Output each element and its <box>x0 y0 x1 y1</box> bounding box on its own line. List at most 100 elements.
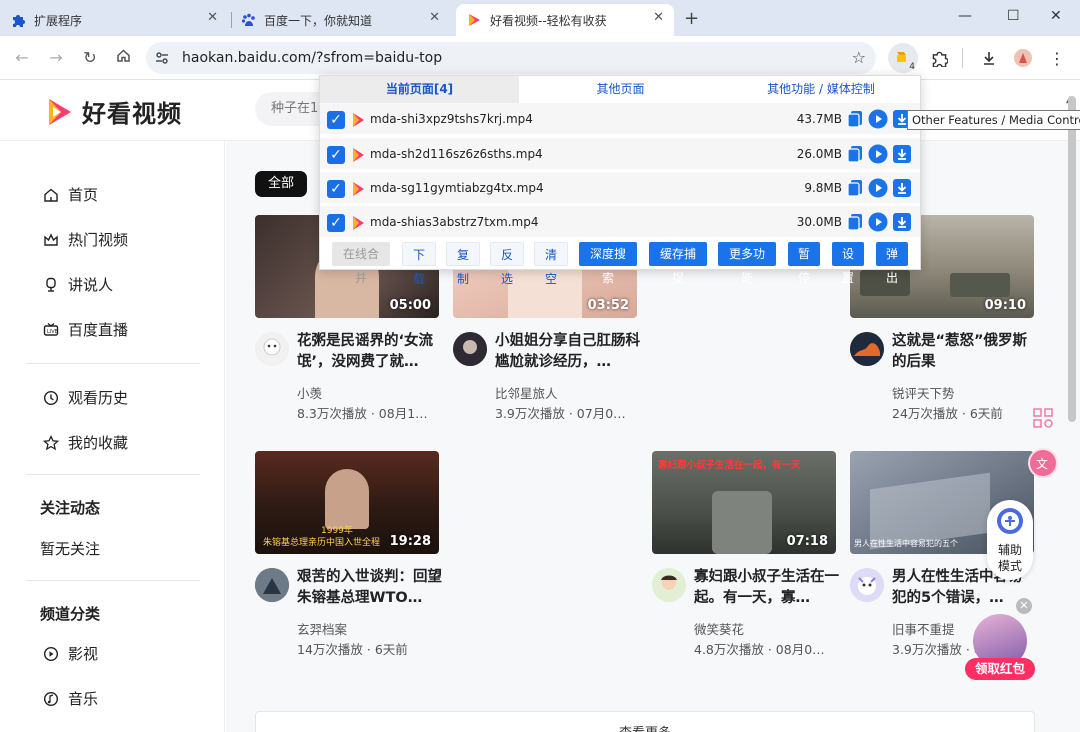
extensions-puzzle-icon[interactable] <box>924 43 954 73</box>
site-settings-icon[interactable] <box>154 50 170 66</box>
media-file-row[interactable]: ✓ mda-shi3xpz9tshs7krj.mp4 43.7MB <box>320 103 920 136</box>
assist-mode-button[interactable]: 辅助 模式 <box>987 500 1033 580</box>
tab-extensions[interactable]: 扩展程序 ✕ <box>10 4 228 36</box>
video-meta: 14万次播放 · 6天前 <box>297 642 408 657</box>
video-thumbnail[interactable]: 1999年 朱镕基总理亲历中国入世全程 19:28 <box>255 451 439 554</box>
more-features-button[interactable]: 更多功能 <box>718 242 776 285</box>
see-more-button[interactable]: 查看更多 <box>255 711 1035 732</box>
tab-current-page[interactable]: 当前页面[4] <box>320 76 519 103</box>
url-text: haokan.baidu.com/?sfrom=baidu-top <box>182 50 443 66</box>
copy-icon[interactable] <box>845 109 865 129</box>
video-author[interactable]: 旧事不重提 <box>892 619 955 638</box>
media-file-row[interactable]: ✓ mda-shias3abstrz7txm.mp4 30.0MB <box>320 206 920 239</box>
copy-icon[interactable] <box>845 212 865 232</box>
window-close-icon[interactable]: ✕ <box>1050 8 1062 24</box>
avatar[interactable] <box>255 568 289 602</box>
reload-icon[interactable]: ↻ <box>80 48 100 67</box>
new-tab-icon[interactable]: + <box>684 8 699 29</box>
tab-other-features[interactable]: 其他功能 / 媒体控制 <box>722 76 920 103</box>
video-author[interactable]: 锐评天下势 <box>892 383 955 402</box>
sidebar-item-live[interactable]: LIVE 百度直播 <box>42 319 128 340</box>
sidebar-item-home[interactable]: 首页 <box>42 184 98 205</box>
site-logo[interactable]: 好看视频 <box>44 94 182 129</box>
red-packet-widget[interactable]: 领取红包 <box>965 612 1035 682</box>
scrollbar-thumb[interactable] <box>1068 96 1076 422</box>
tab-haokan[interactable]: 好看视频--轻松有收获 ✕ <box>456 4 674 36</box>
maximize-icon[interactable]: ☐ <box>1007 8 1020 24</box>
puzzle-icon <box>10 12 26 28</box>
download-icon[interactable] <box>892 178 912 198</box>
merge-online-button[interactable]: 在线合并 <box>332 242 390 285</box>
avatar[interactable] <box>255 332 289 366</box>
minimize-icon[interactable]: — <box>958 8 972 24</box>
media-file-row[interactable]: ✓ mda-sh2d116sz6z6sths.mp4 26.0MB <box>320 138 920 171</box>
thumb-figure <box>712 491 772 554</box>
video-author[interactable]: 玄羿档案 <box>297 619 347 638</box>
file-checkbox[interactable]: ✓ <box>327 111 345 129</box>
avatar[interactable] <box>453 332 487 366</box>
copy-icon[interactable] <box>845 144 865 164</box>
forward-icon[interactable]: → <box>46 48 66 67</box>
pause-button[interactable]: 暂停 <box>788 242 820 285</box>
video-title[interactable]: 艰苦的入世谈判：回望朱镕基总理WTO… <box>297 567 443 609</box>
music-disc-icon <box>42 690 60 708</box>
sidebar-item-speaker[interactable]: 讲说人 <box>42 274 113 295</box>
feedback-grid-icon[interactable] <box>1030 405 1058 433</box>
video-author[interactable]: 微笑葵花 <box>694 619 744 638</box>
avatar[interactable] <box>850 568 884 602</box>
home-icon[interactable] <box>113 48 133 67</box>
close-icon[interactable]: ✕ <box>429 10 440 25</box>
play-circle-icon[interactable] <box>868 178 888 198</box>
sidebar-item-label: 影视 <box>68 645 99 663</box>
clear-button[interactable]: 清空 <box>534 242 568 286</box>
toolbar-divider <box>962 48 963 68</box>
cache-capture-button[interactable]: 缓存捕捉 <box>649 242 707 285</box>
video-meta: 3.9万次播放 · 07月0… <box>495 406 626 421</box>
avatar[interactable] <box>850 332 884 366</box>
download-button[interactable]: 下载 <box>402 242 436 286</box>
avatar[interactable] <box>652 568 686 602</box>
video-author[interactable]: 小羡 <box>297 383 322 402</box>
sidebar-item-hot[interactable]: 热门视频 <box>42 229 128 250</box>
download-icon[interactable] <box>892 212 912 232</box>
address-bar[interactable]: haokan.baidu.com/?sfrom=baidu-top ☆ <box>146 42 876 74</box>
invert-selection-button[interactable]: 反选 <box>490 242 524 286</box>
download-icon[interactable] <box>892 144 912 164</box>
popout-button[interactable]: 弹出 <box>876 242 908 285</box>
sidebar-item-film[interactable]: 影视 <box>42 643 98 664</box>
video-title[interactable]: 寡妇跟小叔子生活在一起。有一天，寡… <box>694 567 840 609</box>
tab-baidu[interactable]: 百度一下，你就知道 ✕ <box>240 4 450 36</box>
tab-other-pages[interactable]: 其他页面 <box>519 76 722 103</box>
menu-kebab-icon[interactable]: ⋮ <box>1042 43 1072 73</box>
close-icon[interactable]: ✕ <box>207 10 218 25</box>
profile-avatar[interactable] <box>1008 43 1038 73</box>
bookmark-star-icon[interactable]: ☆ <box>852 48 866 67</box>
file-checkbox[interactable]: ✓ <box>327 180 345 198</box>
thumb-caption: 朱镕基总理亲历中国入世全程 <box>263 538 381 548</box>
download-icon[interactable] <box>974 43 1004 73</box>
back-icon[interactable]: ← <box>12 48 32 67</box>
sidebar-item-music[interactable]: 音乐 <box>42 688 98 709</box>
file-checkbox[interactable]: ✓ <box>327 146 345 164</box>
play-circle-icon[interactable] <box>868 109 888 129</box>
video-title[interactable]: 花粥是民谣界的‘女流氓’，没网费了就… <box>297 331 443 373</box>
close-icon[interactable]: ✕ <box>653 10 664 25</box>
deep-search-button[interactable]: 深度搜索 <box>579 242 637 285</box>
sidebar-item-history[interactable]: 观看历史 <box>42 387 128 408</box>
video-thumbnail[interactable]: 寡妇跟小叔子生活在一起，有一天 07:18 <box>652 451 836 554</box>
media-extension-button[interactable]: 4 <box>888 43 918 73</box>
media-file-row[interactable]: ✓ mda-sg11gymtiabzg4tx.mp4 9.8MB <box>320 172 920 205</box>
video-author[interactable]: 比邻星旅人 <box>495 383 558 402</box>
file-checkbox[interactable]: ✓ <box>327 214 345 232</box>
video-title[interactable]: 这就是“惹怒”俄罗斯的后果 <box>892 331 1038 373</box>
play-circle-icon[interactable] <box>868 212 888 232</box>
video-title[interactable]: 小姐姐分享自己肛肠科尴尬就诊经历，… <box>495 331 641 373</box>
translate-icon[interactable]: 文 <box>1028 448 1058 478</box>
copy-button[interactable]: 复制 <box>446 242 480 286</box>
video-meta: 4.8万次播放 · 08月0… <box>694 642 825 657</box>
sidebar-item-favorites[interactable]: 我的收藏 <box>42 432 128 453</box>
play-circle-icon[interactable] <box>868 144 888 164</box>
copy-icon[interactable] <box>845 178 865 198</box>
filter-all-button[interactable]: 全部 <box>255 171 307 197</box>
settings-button[interactable]: 设置 <box>832 242 864 285</box>
